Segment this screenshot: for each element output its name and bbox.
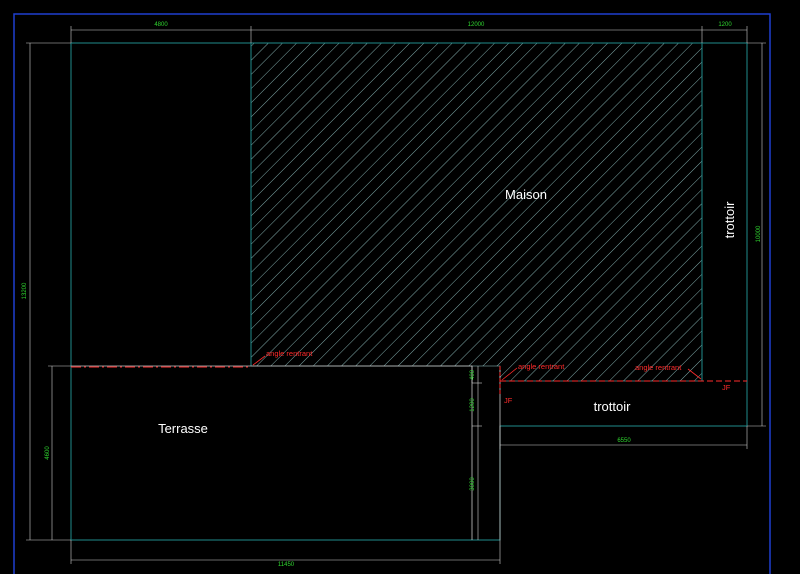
annotation-angle-right: angle rentrant	[635, 363, 682, 372]
annotation-jf-left: JF	[504, 396, 513, 405]
dim-left-terrasse: 4600	[45, 446, 51, 460]
dim-top-left: 4800	[154, 22, 168, 28]
dim-left-total: 13200	[22, 282, 28, 299]
label-trottoir-vertical: trottoir	[722, 201, 737, 239]
terrasse-outline	[71, 365, 501, 540]
floor-plan-drawing: 4800 12000 1200 10000 13200 4600 400 120…	[13, 13, 771, 574]
annotation-jf-right: JF	[722, 383, 731, 392]
maison-area	[250, 42, 703, 382]
dim-right-height: 10000	[756, 225, 762, 242]
dim-step-1200: 1200	[470, 398, 476, 412]
dim-trottoir-width: 6550	[617, 438, 631, 444]
label-terrasse: Terrasse	[158, 421, 208, 436]
dim-bottom-width: 11450	[278, 562, 295, 568]
label-maison: Maison	[505, 187, 547, 202]
dim-terrasse-lower: 3000	[470, 477, 476, 491]
annotation-angle-left: angle rentrant	[266, 349, 313, 358]
dim-top-middle: 12000	[468, 22, 485, 28]
annotation-angle-middle: angle rentrant	[518, 362, 565, 371]
dim-top-right: 1200	[718, 22, 732, 28]
dim-terrasse-step: 400	[470, 369, 476, 380]
label-trottoir-horizontal: trottoir	[594, 399, 632, 414]
